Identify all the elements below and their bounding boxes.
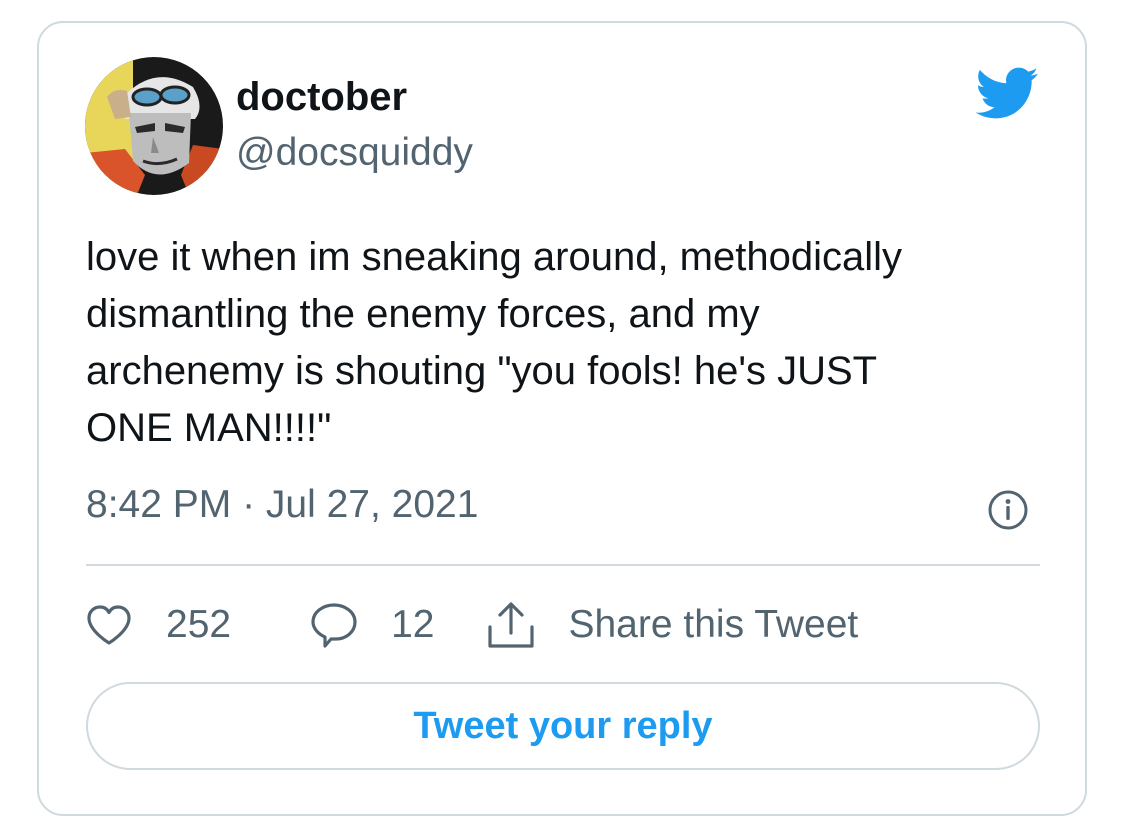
- twitter-bird-icon[interactable]: [973, 65, 1039, 121]
- heart-icon: [87, 605, 131, 645]
- avatar[interactable]: [85, 57, 223, 195]
- reply-count: 12: [391, 603, 435, 646]
- like-button[interactable]: 252: [86, 601, 231, 649]
- share-upload-icon: [488, 602, 535, 648]
- divider: [86, 564, 1040, 566]
- like-count: 252: [166, 603, 232, 646]
- share-label: Share this Tweet: [568, 603, 859, 646]
- reply-button[interactable]: 12: [309, 601, 434, 649]
- info-icon[interactable]: [987, 489, 1029, 531]
- tweet-card: doctober @docsquiddy love it when im sne…: [37, 21, 1087, 816]
- action-bar: 252 12 Share this Tweet: [86, 593, 858, 657]
- display-name[interactable]: doctober: [236, 73, 407, 121]
- speech-bubble-icon: [311, 603, 357, 648]
- tweet-text: love it when im sneaking around, methodi…: [86, 235, 902, 450]
- tweet-your-reply-button[interactable]: Tweet your reply: [86, 682, 1040, 770]
- share-button[interactable]: Share this Tweet: [484, 599, 858, 651]
- tweet-timestamp[interactable]: 8:42 PM · Jul 27, 2021: [86, 481, 478, 529]
- user-handle[interactable]: @docsquiddy: [236, 129, 473, 177]
- avatar-image: [85, 57, 223, 195]
- reply-button-label: Tweet your reply: [413, 705, 713, 747]
